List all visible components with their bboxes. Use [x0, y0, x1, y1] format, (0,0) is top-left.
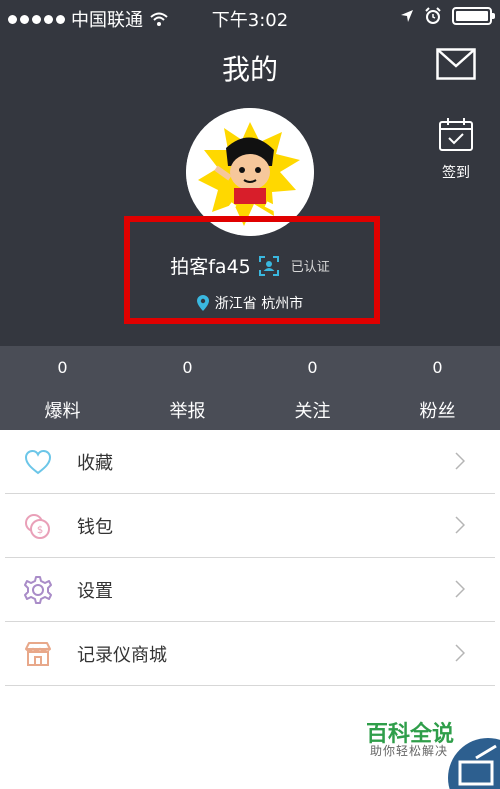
menu-item-dashcam-shop[interactable]: 记录仪商城 [5, 622, 495, 686]
menu-item-wallet[interactable]: $ 钱包 [5, 494, 495, 558]
profile-header: 我的 签到 拍客fa45 已认证 浙江省 杭州市 [0, 34, 500, 346]
stat-value: 0 [307, 358, 318, 377]
status-bar: 中国联通 下午3:02 [0, 0, 500, 34]
stat-label: 爆料 [44, 401, 81, 422]
stat-label: 关注 [294, 401, 331, 422]
wallet-icon: $ [25, 513, 50, 539]
stat-baoliao[interactable]: 0 爆料 [0, 346, 125, 430]
gear-icon [24, 575, 52, 604]
menu-item-favorites[interactable]: 收藏 [5, 430, 495, 494]
alarm-icon [425, 7, 441, 24]
heart-icon [24, 449, 52, 474]
menu-label: 记录仪商城 [77, 644, 167, 666]
battery-icon [452, 7, 495, 25]
stat-value: 0 [432, 358, 443, 377]
stat-label: 举报 [169, 401, 206, 422]
mail-icon[interactable] [436, 48, 476, 80]
stat-value: 0 [57, 358, 68, 377]
watermark-logo-icon [448, 738, 500, 789]
signin-label: 签到 [442, 165, 470, 181]
menu-list: 收藏 $ 钱包 设置 记录仪商城 [0, 430, 500, 686]
svg-text:$: $ [37, 525, 43, 536]
stat-jubao[interactable]: 0 举报 [125, 346, 250, 430]
red-highlight-box [124, 216, 380, 324]
signin-button[interactable]: 签到 [436, 116, 476, 182]
stat-value: 0 [182, 358, 193, 377]
page-title: 我的 [221, 53, 278, 86]
menu-label: 收藏 [77, 452, 113, 474]
stat-fensi[interactable]: 0 粉丝 [375, 346, 500, 430]
menu-item-settings[interactable]: 设置 [5, 558, 495, 622]
shop-icon [25, 641, 51, 666]
menu-label: 设置 [77, 580, 113, 602]
stat-label: 粉丝 [419, 401, 456, 422]
chevron-right-icon [455, 580, 465, 598]
chevron-right-icon [455, 516, 465, 534]
stats-bar: 0 爆料 0 举报 0 关注 0 粉丝 [0, 346, 500, 430]
chevron-right-icon [455, 644, 465, 662]
menu-label: 钱包 [77, 516, 113, 538]
chevron-right-icon [455, 452, 465, 470]
calendar-check-icon [439, 118, 473, 151]
location-arrow-icon [401, 10, 413, 22]
status-right [400, 7, 495, 25]
stat-guanzhu[interactable]: 0 关注 [250, 346, 375, 430]
